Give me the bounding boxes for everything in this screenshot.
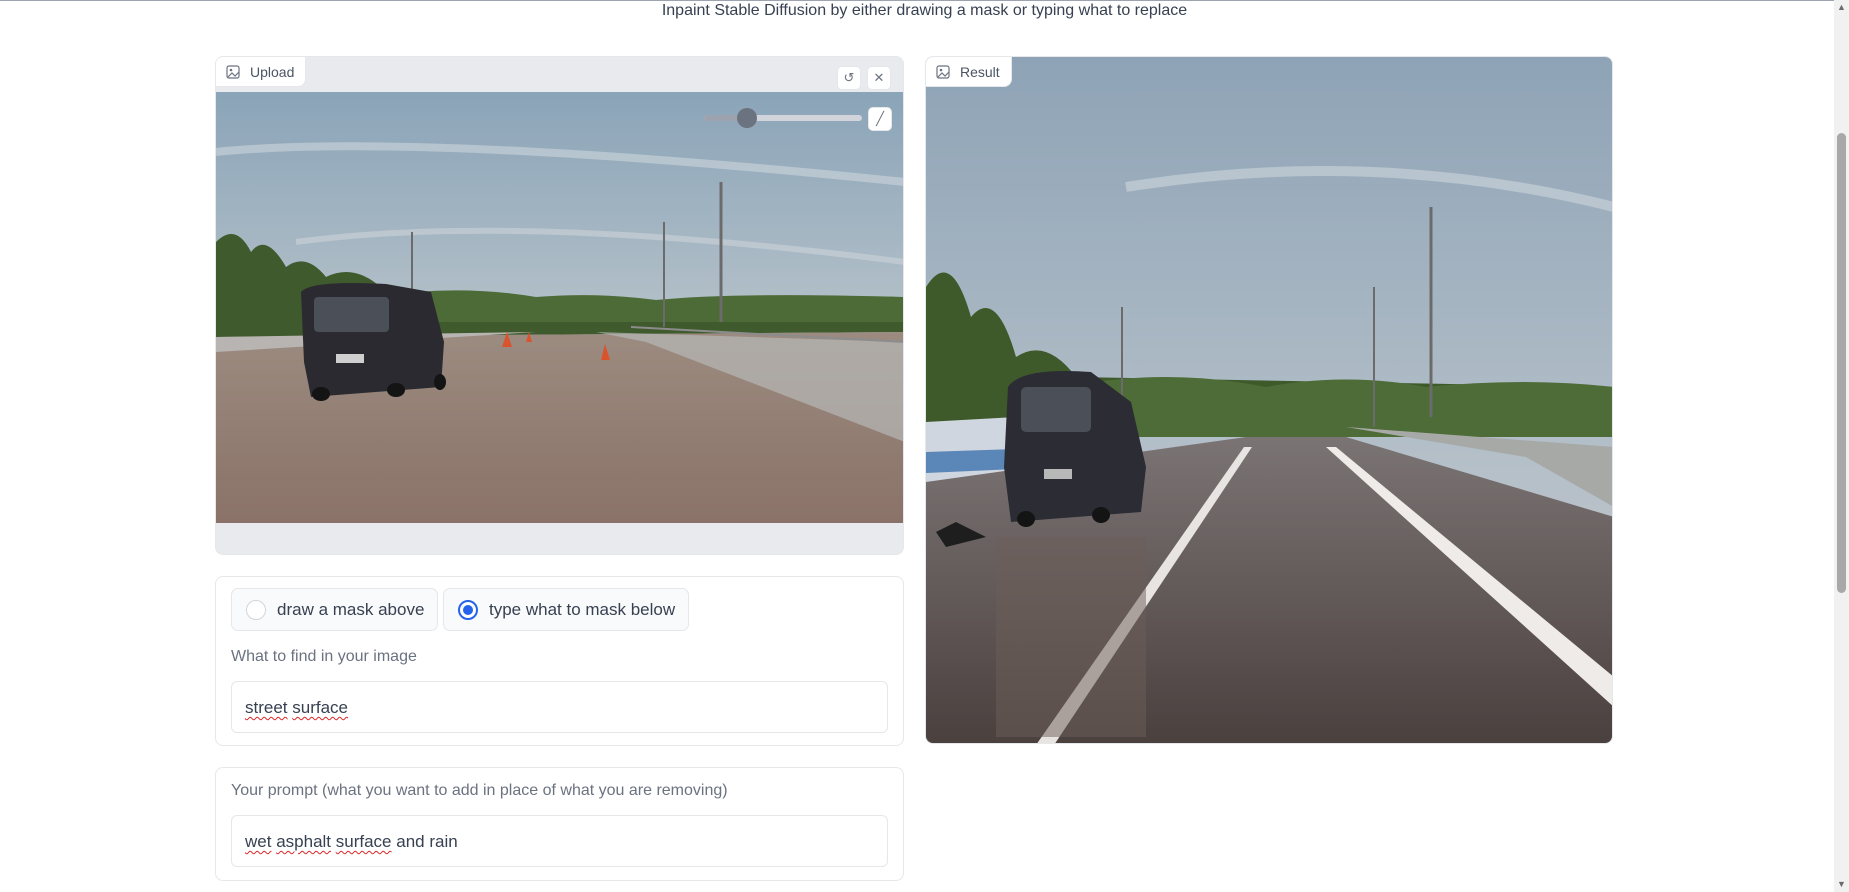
find-word: surface <box>292 698 349 717</box>
prompt-word: surface <box>335 832 392 851</box>
uploaded-image[interactable] <box>216 92 903 523</box>
page-scrollbar[interactable]: ▲ ▼ <box>1834 0 1849 892</box>
radio-dot[interactable] <box>246 599 266 620</box>
prompt-word: wet <box>245 832 272 851</box>
brush-size-thumb[interactable] <box>737 108 757 128</box>
result-tag-label: Result <box>960 63 1000 80</box>
result-image-panel: Result <box>925 56 1613 744</box>
radio-type-mask[interactable]: type what to mask below <box>443 588 690 631</box>
prompt-field-label: Your prompt (what you want to add in pla… <box>231 782 728 799</box>
prompt-input[interactable]: wet asphalt surface and rain <box>231 815 888 867</box>
image-icon <box>226 64 240 79</box>
radio-dot-selected[interactable] <box>458 599 478 620</box>
undo-button[interactable]: ↺ <box>837 66 861 90</box>
result-tag: Result <box>926 57 1012 87</box>
brush-size-button[interactable]: ╱ <box>868 107 892 131</box>
find-word: street <box>245 698 288 717</box>
close-icon: ✕ <box>873 70 885 85</box>
find-field-label: What to find in your image <box>231 648 417 665</box>
scroll-thumb[interactable] <box>1837 133 1846 593</box>
undo-icon: ↺ <box>843 70 855 85</box>
clear-button[interactable]: ✕ <box>867 66 891 90</box>
result-image <box>926 57 1612 743</box>
scroll-up-icon[interactable]: ▲ <box>1837 2 1846 12</box>
upload-footer <box>216 523 903 554</box>
prompt-word: and rain <box>396 832 458 851</box>
scroll-down-icon[interactable]: ▼ <box>1837 879 1846 889</box>
upload-tag: Upload <box>216 57 307 87</box>
prompt-word: asphalt <box>276 832 332 851</box>
radio-type-mask-label: type what to mask below <box>489 599 676 619</box>
radio-draw-mask-label: draw a mask above <box>277 599 425 619</box>
upload-tag-label: Upload <box>250 63 295 80</box>
brush-icon: ╱ <box>876 111 884 126</box>
find-input[interactable]: street surface <box>231 681 888 733</box>
radio-draw-mask[interactable]: draw a mask above <box>231 588 439 631</box>
brush-size-slider[interactable] <box>704 108 862 128</box>
image-icon <box>936 64 950 79</box>
upload-image-panel[interactable]: Upload ↺ ✕ ╱ <box>215 56 904 555</box>
page-subtitle: Inpaint Stable Diffusion by either drawi… <box>661 2 1188 19</box>
